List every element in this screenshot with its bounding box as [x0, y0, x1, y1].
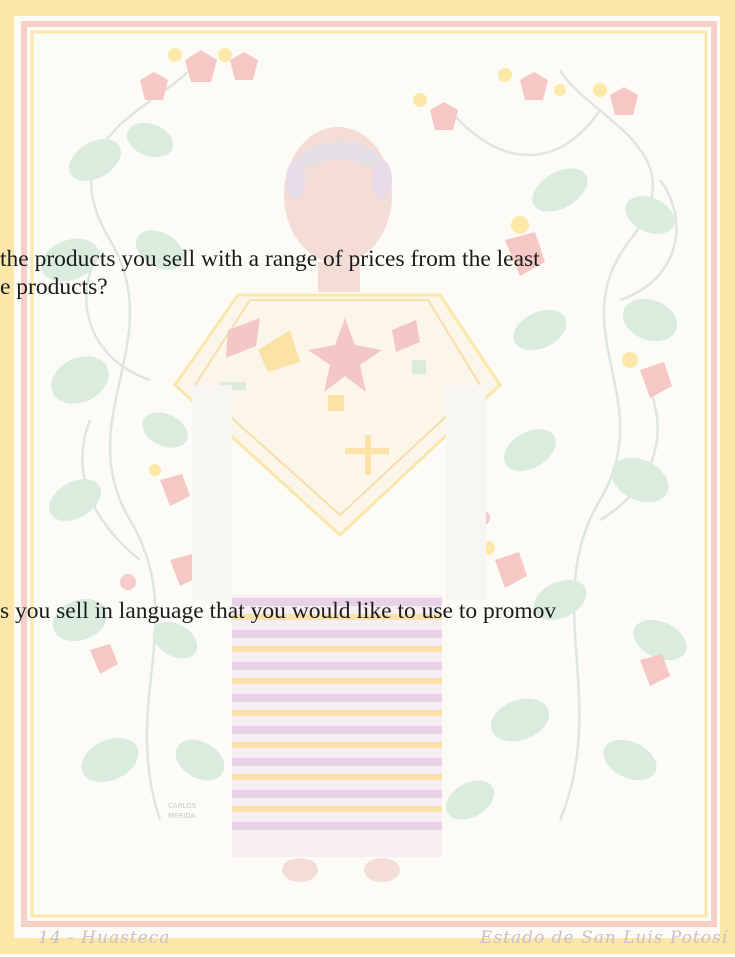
- artwork-caption-left: 14 - Huasteca: [38, 928, 171, 948]
- artist-signature: CARLOS MERIDA: [168, 802, 197, 820]
- question-1-line-2: e products?: [0, 274, 108, 300]
- question-1-line-1: the products you sell with a range of pr…: [0, 246, 540, 272]
- question-2-line-1: s you sell in language that you would li…: [0, 598, 557, 624]
- artwork-caption-right: Estado de San Luis Potosí: [480, 928, 729, 948]
- svg-text:MERIDA: MERIDA: [168, 812, 196, 820]
- background-artwork: CARLOS MERIDA: [0, 0, 735, 954]
- svg-text:CARLOS: CARLOS: [168, 802, 197, 810]
